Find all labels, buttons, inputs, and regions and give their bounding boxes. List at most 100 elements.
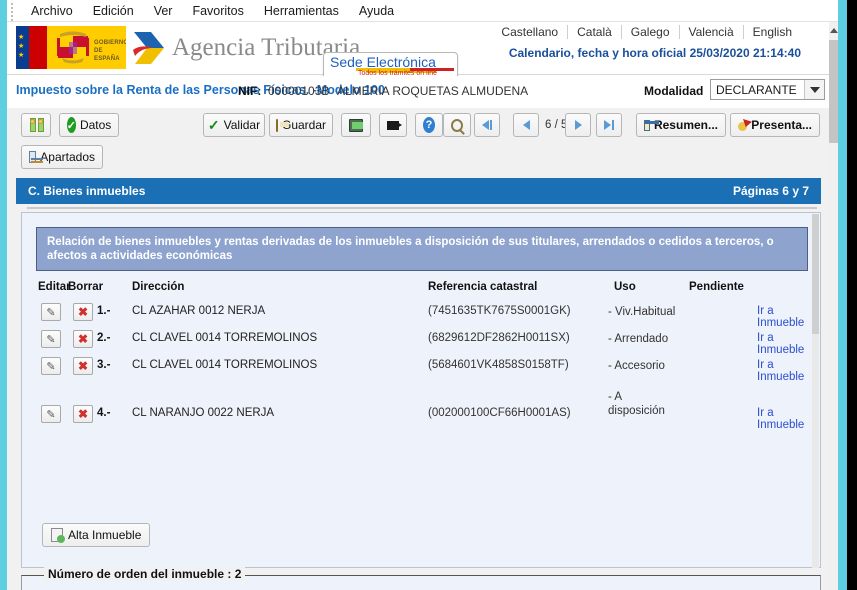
- window-frame-edge: [847, 0, 857, 590]
- window-frame-left: [0, 0, 7, 590]
- row-direccion: CL CLAVEL 0014 TORREMOLINOS: [132, 332, 317, 344]
- application-window: Archivo Edición Ver Favoritos Herramient…: [0, 0, 857, 590]
- delete-row-button[interactable]: ✖: [73, 357, 93, 375]
- new-document-icon: [51, 528, 63, 542]
- people-icon: [29, 118, 43, 132]
- menu-grip-icon: [11, 3, 14, 19]
- th-uso: Uso: [614, 281, 636, 293]
- gobierno-text: GOBIERNODE ESPAÑA: [94, 39, 126, 63]
- sections-icon: [29, 151, 36, 163]
- delete-row-button[interactable]: ✖: [73, 330, 93, 348]
- modalidad-selected-value: DECLARANTE: [711, 83, 804, 97]
- window-vertical-scrollbar[interactable]: [829, 22, 838, 590]
- table-row: ✎ ✖ 4.- CL NARANJO 0022 NERJA (002000100…: [22, 380, 822, 428]
- th-borrar: Borrar: [68, 281, 103, 293]
- scroll-up-button[interactable]: [829, 22, 838, 38]
- search-icon: [451, 119, 463, 132]
- last-page-button[interactable]: [596, 113, 622, 137]
- menu-bar: Archivo Edición Ver Favoritos Herramient…: [7, 0, 838, 22]
- apartados-button[interactable]: Apartados: [21, 145, 103, 169]
- menu-item-herramientas[interactable]: Herramientas: [254, 2, 349, 20]
- menu-item-archivo[interactable]: Archivo: [21, 2, 83, 20]
- lang-castellano[interactable]: Castellano: [492, 25, 567, 39]
- ayuda-button[interactable]: ?: [415, 113, 443, 137]
- row-uso: - Accesorio: [608, 359, 678, 373]
- validar-button-label: Validar: [224, 118, 260, 132]
- lang-catala[interactable]: Català: [567, 25, 621, 39]
- alta-inmueble-button[interactable]: Alta Inmueble: [42, 523, 150, 547]
- chevron-down-icon[interactable]: [804, 80, 824, 99]
- presenta-button-label: Presenta...: [751, 118, 812, 132]
- question-mark-icon: ?: [423, 117, 435, 133]
- pencil-icon: ✎: [46, 360, 55, 373]
- buscar-button[interactable]: [443, 113, 471, 137]
- nif-value: 00000103B: [268, 84, 329, 98]
- edit-row-button[interactable]: ✎: [41, 330, 61, 348]
- bienes-inmuebles-panel: Relación de bienes inmuebles y rentas de…: [21, 212, 821, 568]
- lang-valencia[interactable]: Valencià: [679, 25, 743, 39]
- nif-label: NIF:: [238, 84, 261, 98]
- validar-button[interactable]: ✓ Validar: [203, 113, 265, 137]
- close-icon: ✖: [78, 408, 88, 420]
- taxpayer-name: ALMERIA ROQUETAS ALMUDENA: [337, 84, 528, 98]
- prev-page-button[interactable]: [513, 113, 539, 137]
- inmuebles-table: Editar Borrar Dirección Referencia catas…: [22, 277, 822, 428]
- menu-item-favoritos[interactable]: Favoritos: [182, 2, 253, 20]
- row-direccion: CL CLAVEL 0014 TORREMOLINOS: [132, 359, 317, 371]
- agencia-tributaria-logo-icon: [131, 28, 171, 68]
- table-header-row: Editar Borrar Dirección Referencia catas…: [22, 277, 822, 299]
- presentar-button[interactable]: Presenta...: [730, 113, 820, 137]
- edit-row-button[interactable]: ✎: [41, 405, 61, 423]
- apartados-button-label: Apartados: [40, 150, 95, 164]
- row-number: 4.-: [97, 407, 110, 419]
- table-row: ✎ ✖ 2.- CL CLAVEL 0014 TORREMOLINOS (682…: [22, 326, 822, 353]
- section-header: C. Bienes inmuebles Páginas 6 y 7: [16, 178, 821, 204]
- row-number: 1.-: [97, 305, 110, 317]
- alta-inmueble-label: Alta Inmueble: [68, 528, 141, 542]
- datos-button[interactable]: ✓ Datos: [59, 113, 119, 137]
- datos-personales-button[interactable]: [21, 113, 51, 137]
- table-grid-icon: [644, 120, 650, 131]
- guardar-equipo-button[interactable]: [341, 113, 371, 137]
- gobierno-de-espana-logo: ★★★ GOBIERNODE ESPAÑA: [16, 26, 126, 69]
- official-datetime[interactable]: Calendario, fecha y hora oficial 25/03/2…: [509, 46, 801, 60]
- form-toolbar: ✓ Datos ✓ Validar Guardar ?: [7, 108, 829, 172]
- first-page-button[interactable]: [474, 113, 500, 137]
- row-referencia: (5684601VK4858S0158TF): [428, 359, 569, 371]
- th-editar: Editar: [38, 281, 71, 293]
- section-title: C. Bienes inmuebles: [28, 184, 145, 198]
- lang-galego[interactable]: Galego: [621, 25, 679, 39]
- pencil-icon: ✎: [46, 306, 55, 319]
- th-pendiente: Pendiente: [689, 281, 744, 293]
- table-row: ✎ ✖ 3.- CL CLAVEL 0014 TORREMOLINOS (568…: [22, 353, 822, 380]
- menu-item-ver[interactable]: Ver: [144, 2, 183, 20]
- modalidad-select[interactable]: DECLARANTE: [710, 79, 825, 100]
- edit-row-button[interactable]: ✎: [41, 303, 61, 321]
- content-area: ✓ Datos ✓ Validar Guardar ?: [7, 108, 829, 590]
- menu-item-edicion[interactable]: Edición: [83, 2, 144, 20]
- green-check-circle-icon: ✓: [67, 117, 76, 133]
- row-direccion: CL AZAHAR 0012 NERJA: [132, 305, 265, 317]
- next-page-button[interactable]: [565, 113, 591, 137]
- lang-english[interactable]: English: [743, 25, 801, 39]
- video-button[interactable]: [379, 113, 407, 137]
- row-number: 3.-: [97, 359, 110, 371]
- edit-row-button[interactable]: ✎: [41, 357, 61, 375]
- row-direccion: CL NARANJO 0022 NERJA: [132, 407, 274, 419]
- scrollbar-thumb[interactable]: [829, 40, 838, 143]
- guardar-button[interactable]: Guardar: [269, 113, 333, 137]
- row-referencia: (7451635TK7675S0001GK): [428, 305, 571, 317]
- th-referencia: Referencia catastral: [428, 281, 537, 293]
- menu-item-ayuda[interactable]: Ayuda: [349, 2, 404, 20]
- resumen-button-label: Resumen...: [654, 118, 718, 132]
- resumen-button[interactable]: Resumen...: [636, 113, 726, 137]
- th-direccion: Dirección: [132, 281, 184, 293]
- delete-row-button[interactable]: ✖: [73, 405, 93, 423]
- row-referencia: (002000100CF66H0001AS): [428, 407, 571, 419]
- window-frame-right: [838, 0, 847, 590]
- panel-scrollbar[interactable]: [812, 214, 819, 568]
- delete-row-button[interactable]: ✖: [73, 303, 93, 321]
- brand-header: ★★★ GOBIERNODE ESPAÑA Agencia Tributaria: [7, 22, 829, 75]
- check-icon: ✓: [208, 118, 220, 132]
- page-title: Impuesto sobre la Renta de las Personas …: [16, 83, 385, 97]
